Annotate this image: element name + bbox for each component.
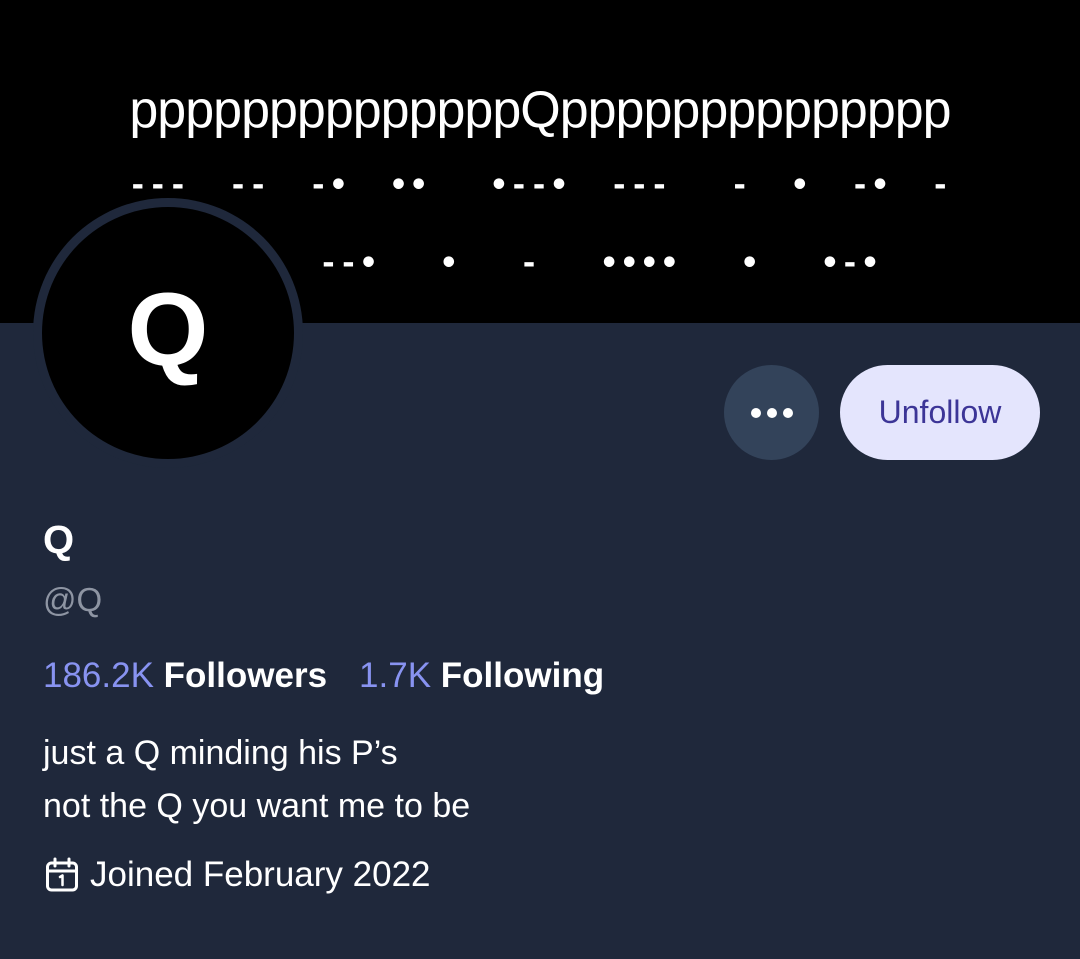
joined-text: Joined February 2022 bbox=[90, 855, 431, 894]
joined-date: Joined February 2022 bbox=[45, 853, 431, 897]
followers-link[interactable]: 186.2K Followers bbox=[43, 656, 327, 695]
ellipsis-icon bbox=[750, 407, 793, 418]
unfollow-button[interactable]: Unfollow bbox=[840, 365, 1040, 460]
bio-line-2: not the Q you want me to be bbox=[43, 787, 471, 825]
banner-title: ppppppppppppppQpppppppppppppp bbox=[129, 81, 951, 139]
avatar[interactable]: Q bbox=[33, 198, 303, 468]
more-options-button[interactable] bbox=[724, 365, 819, 460]
following-count: 1.7K bbox=[359, 656, 432, 695]
avatar-letter: Q bbox=[127, 272, 209, 388]
followers-label: Followers bbox=[163, 656, 328, 695]
display-name: Q bbox=[43, 518, 75, 562]
avatar-image: Q bbox=[42, 207, 294, 459]
bio-line-1: just a Q minding his P’s bbox=[43, 734, 398, 772]
profile-bio: just a Q minding his P’s not the Q you w… bbox=[43, 727, 470, 833]
following-link[interactable]: 1.7K Following bbox=[359, 656, 604, 695]
calendar-icon bbox=[46, 857, 78, 892]
profile-page: ppppppppppppppQpppppppppppppp --- -- -• … bbox=[0, 0, 1080, 959]
following-label: Following bbox=[440, 656, 605, 695]
followers-count: 186.2K bbox=[43, 656, 154, 695]
user-handle: @Q bbox=[43, 581, 103, 618]
follow-stats: 186.2K Followers 1.7K Following bbox=[43, 654, 604, 698]
